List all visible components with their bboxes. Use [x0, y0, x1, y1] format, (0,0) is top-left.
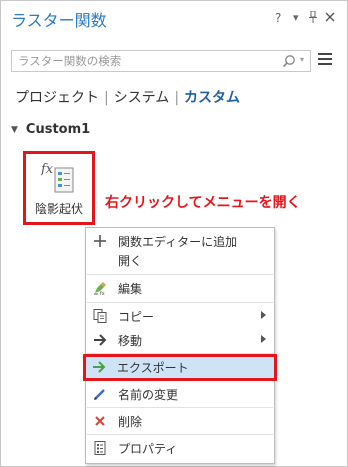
pin-button[interactable] — [309, 10, 317, 26]
menu-item-label: コピー — [118, 310, 155, 324]
menu-item-copy[interactable]: コピー — [86, 305, 274, 327]
menu-item-open[interactable]: 開く — [86, 249, 274, 271]
category-tabs: プロジェクト | システム | カスタム — [15, 87, 240, 107]
tab-system[interactable]: システム — [114, 87, 170, 107]
menu-separator — [87, 353, 273, 354]
menu-item-rename[interactable]: 名前の変更 — [86, 383, 274, 405]
menu-separator — [87, 274, 273, 275]
tab-divider: | — [104, 90, 109, 106]
chevron-down-icon[interactable]: ▼ — [11, 125, 18, 135]
menu-item-label: 開く — [118, 254, 143, 268]
menu-item-label: プロパティ — [118, 442, 178, 456]
pane-menu-button[interactable]: ▾ — [293, 11, 299, 25]
svg-text:fx: fx — [100, 291, 105, 296]
search-input[interactable] — [18, 53, 276, 69]
pane-title-bar: ラスター関数 ? ▾ — [1, 1, 347, 37]
menu-item-label: 編集 — [118, 282, 143, 296]
function-label: 陰影起伏 — [34, 202, 83, 216]
context-menu: 関数エディターに追加 開く fx 編集 コピー 移動 エクスポート 名前の変更 … — [83, 227, 277, 464]
menu-separator — [87, 302, 273, 303]
menu-item-label: エクスポート — [117, 361, 189, 375]
copy-icon — [93, 309, 107, 323]
delete-x-icon — [95, 416, 105, 426]
group-name: Custom1 — [25, 122, 91, 137]
tab-divider: | — [174, 90, 180, 106]
menu-item-properties[interactable]: プロパティ — [86, 437, 274, 459]
rename-pencil-icon — [94, 389, 105, 400]
menu-item-export[interactable]: エクスポート — [83, 354, 277, 381]
raster-functions-pane: ラスター関数 ? ▾ ▾ プロジェクト|システム|カスタム — [0, 0, 348, 467]
submenu-arrow-icon — [261, 335, 266, 343]
help-button[interactable]: ? — [275, 11, 281, 25]
close-icon — [325, 12, 335, 22]
pane-title: ラスター関数 — [11, 11, 107, 30]
export-arrow-icon — [93, 361, 106, 373]
search-options-dropdown[interactable]: ▾ — [300, 55, 304, 64]
function-item-hillshade[interactable]: fx 陰影起伏 — [23, 151, 95, 225]
menu-item-label: 移動 — [118, 334, 143, 348]
menu-item-label: 関数エディターに追加 — [118, 235, 238, 249]
submenu-arrow-icon — [261, 311, 266, 319]
menu-separator — [87, 407, 273, 408]
tab-custom[interactable]: カスタム — [184, 87, 240, 107]
options-menu-button[interactable] — [318, 53, 332, 67]
menu-item-delete[interactable]: 削除 — [86, 410, 274, 432]
pin-icon — [309, 10, 317, 23]
menu-item-move[interactable]: 移動 — [86, 329, 274, 351]
edit-icon: fx — [94, 282, 106, 296]
properties-icon — [94, 441, 106, 455]
menu-item-label: 名前の変更 — [118, 388, 179, 402]
tab-project[interactable]: プロジェクト — [15, 87, 99, 107]
move-arrow-icon — [94, 334, 107, 346]
group-header-custom1[interactable]: ▼ Custom1 — [11, 122, 90, 137]
search-icon[interactable] — [282, 54, 296, 68]
instruction-annotation: 右クリックしてメニューを開く — [105, 195, 301, 211]
menu-item-label: 削除 — [118, 415, 143, 429]
raster-function-template-icon: fx — [41, 162, 74, 193]
svg-text:fx: fx — [41, 162, 54, 177]
search-box: ▾ — [11, 50, 311, 72]
menu-item-edit[interactable]: fx 編集 — [86, 277, 274, 299]
plus-icon — [94, 235, 106, 247]
menu-separator — [87, 434, 273, 435]
close-button[interactable] — [325, 11, 335, 25]
